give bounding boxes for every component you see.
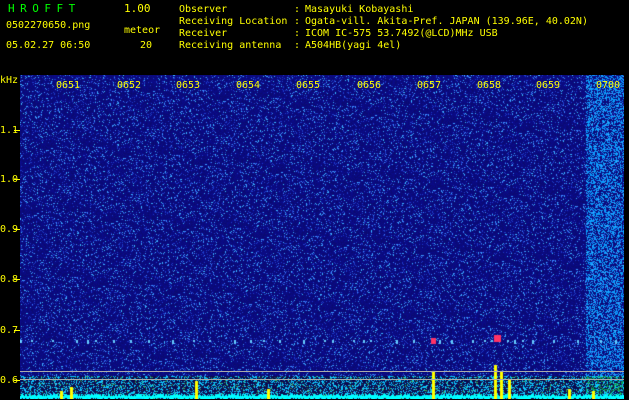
time-tick-0654: 0654: [236, 80, 261, 91]
receiver-value: ICOM IC-575 53.7492(@LCD)MHz USB: [305, 28, 498, 39]
hrofft-window: HROFFT 1.00 0502270650.png 05.02.27 06:5…: [0, 0, 629, 400]
receiver-label: Receiver: [179, 28, 228, 39]
location-label: Receiving Location: [179, 16, 288, 27]
antenna-label: Receiving antenna: [179, 40, 282, 51]
location-value: Ogata-vill. Akita-Pref. JAPAN (139.96E, …: [305, 16, 588, 27]
time-tick-0653: 0653: [176, 80, 201, 91]
antenna-value: A504HB(yagi 4el): [305, 40, 402, 51]
capture-datetime: 05.02.27 06:50: [6, 40, 91, 51]
observer-colon: :: [294, 4, 301, 15]
time-tick-0655: 0655: [296, 80, 321, 91]
antenna-colon: :: [294, 40, 301, 51]
freq-tick-mark: [14, 380, 20, 381]
freq-tick-mark: [14, 330, 20, 331]
freq-tick-mark: [14, 229, 20, 230]
baseline-upper: [20, 371, 624, 372]
app-version: 1.00: [124, 2, 151, 15]
observer-label: Observer: [179, 4, 228, 15]
spectrogram: [20, 75, 624, 399]
freq-tick-mark: [14, 130, 20, 131]
y-unit-label: kHz: [0, 75, 19, 86]
receiver-colon: :: [294, 28, 301, 39]
meteor-count: 20: [140, 40, 153, 51]
freq-tick-mark: [14, 179, 20, 180]
spectrogram-canvas: [20, 75, 624, 399]
time-tick-0657: 0657: [417, 80, 442, 91]
time-tick-0651: 0651: [56, 80, 81, 91]
time-tick-0659: 0659: [536, 80, 561, 91]
app-title: HROFFT: [8, 2, 81, 15]
observer-value: Masayuki Kobayashi: [305, 4, 414, 15]
location-colon: :: [294, 16, 301, 27]
time-tick-0658: 0658: [477, 80, 502, 91]
time-tick-0656: 0656: [357, 80, 382, 91]
file-name: 0502270650.png: [6, 20, 91, 31]
freq-tick-mark: [14, 279, 20, 280]
meteor-label: meteor: [124, 25, 161, 36]
time-tick-0652: 0652: [117, 80, 142, 91]
time-tick-0700: 0700: [596, 80, 621, 91]
baseline-lower: [20, 379, 624, 380]
